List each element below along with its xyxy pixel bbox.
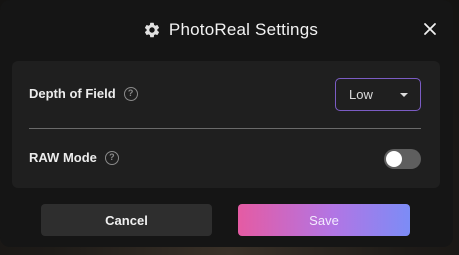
chevron-down-icon	[400, 92, 408, 97]
depth-of-field-select[interactable]: Low	[335, 78, 421, 111]
cancel-button[interactable]: Cancel	[41, 204, 212, 236]
raw-mode-toggle[interactable]	[384, 149, 421, 169]
help-icon[interactable]: ?	[104, 150, 119, 165]
settings-dialog: PhotoReal Settings Depth of Field ? Low …	[0, 0, 453, 247]
save-button[interactable]: Save	[238, 204, 410, 236]
toggle-knob	[386, 151, 402, 167]
dialog-title: PhotoReal Settings	[168, 20, 319, 39]
depth-of-field-selected-value: Low	[349, 87, 373, 102]
close-icon[interactable]	[423, 22, 437, 36]
dialog-header: PhotoReal Settings	[0, 0, 453, 60]
divider	[29, 128, 421, 129]
depth-of-field-label: Depth of Field	[29, 86, 116, 101]
raw-mode-row: RAW Mode ?	[29, 150, 119, 165]
raw-mode-label: RAW Mode	[29, 150, 97, 165]
gear-icon	[144, 22, 159, 38]
dialog-title-group: PhotoReal Settings	[143, 20, 318, 40]
help-icon[interactable]: ?	[123, 86, 138, 101]
depth-of-field-row: Depth of Field ?	[29, 86, 138, 101]
settings-panel: Depth of Field ? Low RAW Mode ?	[12, 61, 440, 188]
